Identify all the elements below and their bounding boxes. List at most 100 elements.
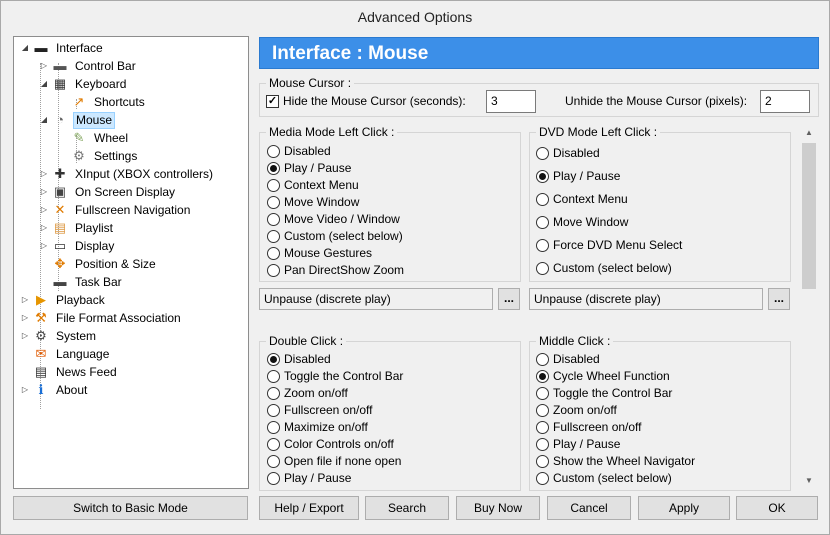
help-export-button[interactable]: Help / Export — [259, 496, 359, 520]
tree-item-position-size[interactable]: ✥ Position & Size — [39, 255, 158, 273]
tree-expander-icon[interactable]: ▷ — [39, 165, 49, 183]
tree-item-keyboard[interactable]: ◢ ▦ Keyboard — [39, 75, 128, 93]
media-left-option[interactable]: Move Window — [267, 194, 359, 210]
tree-item-interface[interactable]: ◢ ▬ Interface — [20, 39, 105, 57]
media-left-option[interactable]: Context Menu — [267, 177, 359, 193]
radio-button[interactable] — [267, 471, 280, 485]
radio-button[interactable] — [267, 195, 280, 209]
cancel-button[interactable]: Cancel — [547, 496, 631, 520]
radio-button[interactable] — [267, 369, 280, 383]
scroll-up-arrow-icon[interactable]: ▲ — [800, 125, 818, 141]
radio-button[interactable] — [536, 471, 549, 485]
double-click-option[interactable]: Disabled — [267, 351, 331, 367]
media-left-option[interactable]: Pan DirectShow Zoom — [267, 262, 404, 278]
radio-button[interactable] — [267, 352, 280, 366]
media-left-option[interactable]: Mouse Gestures — [267, 245, 372, 261]
radio-button[interactable] — [267, 144, 280, 158]
tree-expander-icon[interactable]: ▷ — [39, 201, 49, 219]
middle-click-option[interactable]: Play / Pause — [536, 436, 620, 452]
options-tree[interactable]: ◢ ▬ Interface ▷ ▬ Control Bar ◢ ▦ Keyboard ↗ Short… — [13, 36, 249, 489]
radio-button[interactable] — [267, 386, 280, 400]
radio-button[interactable] — [536, 215, 549, 229]
tree-item-playback[interactable]: ▷ ▶ Playback — [20, 291, 107, 309]
tree-item-display[interactable]: ▷ ▭ Display — [39, 237, 116, 255]
tree-expander-icon[interactable]: ▷ — [20, 291, 30, 309]
radio-button[interactable] — [267, 246, 280, 260]
double-click-option[interactable]: Color Controls on/off — [267, 436, 394, 452]
radio-button[interactable] — [267, 161, 280, 175]
pane-scrollbar[interactable]: ▲ ▼ — [800, 125, 818, 489]
tree-item-playlist[interactable]: ▷ ▤ Playlist — [39, 219, 115, 237]
media-left-click-action-combo[interactable]: Unpause (discrete play) — [259, 288, 493, 310]
tree-expander-icon[interactable]: ◢ — [39, 75, 49, 93]
middle-click-option[interactable]: Show the Wheel Navigator — [536, 453, 695, 469]
dvd-left-click-action-combo[interactable]: Unpause (discrete play) — [529, 288, 763, 310]
scroll-down-arrow-icon[interactable]: ▼ — [800, 473, 818, 489]
switch-basic-mode-button[interactable]: Switch to Basic Mode — [13, 496, 248, 520]
tree-expander-icon[interactable]: ▷ — [20, 327, 30, 345]
tree-item-mouse[interactable]: ◢ ◔ Mouse — [39, 111, 116, 129]
dvd-left-option[interactable]: Force DVD Menu Select — [536, 237, 682, 253]
radio-button[interactable] — [536, 169, 549, 183]
media-left-click-browse-button[interactable]: ... — [498, 288, 520, 310]
media-left-option[interactable]: Play / Pause — [267, 160, 351, 176]
radio-button[interactable] — [536, 261, 549, 275]
radio-button[interactable] — [536, 238, 549, 252]
media-left-option[interactable]: Disabled — [267, 143, 331, 159]
tree-item-on-screen-display[interactable]: ▷ ▣ On Screen Display — [39, 183, 177, 201]
tree-expander-icon[interactable]: ▷ — [39, 183, 49, 201]
buy-now-button[interactable]: Buy Now — [456, 496, 540, 520]
tree-item-task-bar[interactable]: ▬ Task Bar — [39, 273, 124, 291]
tree-item-xinput-xbox-controllers[interactable]: ▷ ✚ XInput (XBOX controllers) — [39, 165, 215, 183]
hide-cursor-checkbox[interactable]: ✓ Hide the Mouse Cursor (seconds): — [266, 93, 466, 109]
tree-expander-icon[interactable]: ▷ — [20, 381, 30, 399]
middle-click-option[interactable]: Toggle the Control Bar — [536, 385, 672, 401]
hide-cursor-seconds-input[interactable]: 3 — [486, 90, 536, 113]
tree-item-news-feed[interactable]: ▤ News Feed — [20, 363, 119, 381]
double-click-option[interactable]: Fullscreen on/off — [267, 402, 373, 418]
media-left-option[interactable]: Custom (select below) — [267, 228, 403, 244]
radio-button[interactable] — [536, 192, 549, 206]
radio-button[interactable] — [267, 420, 280, 434]
radio-button[interactable] — [536, 146, 549, 160]
radio-button[interactable] — [536, 386, 549, 400]
checkbox-box[interactable]: ✓ — [266, 94, 279, 108]
tree-expander-icon[interactable]: ▷ — [39, 237, 49, 255]
radio-button[interactable] — [536, 403, 549, 417]
tree-item-control-bar[interactable]: ▷ ▬ Control Bar — [39, 57, 138, 75]
dvd-left-option[interactable]: Disabled — [536, 145, 600, 161]
dvd-left-option[interactable]: Play / Pause — [536, 168, 620, 184]
tree-item-shortcuts[interactable]: ↗ Shortcuts — [58, 93, 147, 111]
radio-button[interactable] — [267, 263, 280, 277]
tree-item-about[interactable]: ▷ ℹ About — [20, 381, 89, 399]
dvd-left-option[interactable]: Move Window — [536, 214, 628, 230]
scrollbar-thumb[interactable] — [802, 143, 816, 289]
double-click-option[interactable]: Open file if none open — [267, 453, 401, 469]
dvd-left-click-browse-button[interactable]: ... — [768, 288, 790, 310]
double-click-option[interactable]: Toggle the Control Bar — [267, 368, 403, 384]
radio-button[interactable] — [536, 369, 549, 383]
radio-button[interactable] — [267, 437, 280, 451]
unhide-cursor-pixels-input[interactable]: 2 — [760, 90, 810, 113]
tree-item-language[interactable]: ✉ Language — [20, 345, 111, 363]
double-click-option[interactable]: Maximize on/off — [267, 419, 368, 435]
radio-button[interactable] — [536, 352, 549, 366]
middle-click-option[interactable]: Zoom on/off — [536, 402, 617, 418]
media-left-option[interactable]: Move Video / Window — [267, 211, 400, 227]
double-click-option[interactable]: Zoom on/off — [267, 385, 348, 401]
dvd-left-option[interactable]: Custom (select below) — [536, 260, 672, 276]
tree-item-file-format-association[interactable]: ▷ ⚒ File Format Association — [20, 309, 183, 327]
search-button[interactable]: Search — [365, 496, 449, 520]
radio-button[interactable] — [267, 212, 280, 226]
double-click-option[interactable]: Play / Pause — [267, 470, 351, 486]
tree-item-fullscreen-navigation[interactable]: ▷ ✕ Fullscreen Navigation — [39, 201, 192, 219]
middle-click-option[interactable]: Custom (select below) — [536, 470, 672, 486]
radio-button[interactable] — [267, 229, 280, 243]
tree-expander-icon[interactable]: ▷ — [20, 309, 30, 327]
tree-expander-icon[interactable]: ◢ — [39, 111, 49, 129]
tree-expander-icon[interactable]: ▷ — [39, 57, 49, 75]
middle-click-option[interactable]: Fullscreen on/off — [536, 419, 642, 435]
radio-button[interactable] — [536, 437, 549, 451]
ok-button[interactable]: OK — [736, 496, 818, 520]
radio-button[interactable] — [536, 420, 549, 434]
